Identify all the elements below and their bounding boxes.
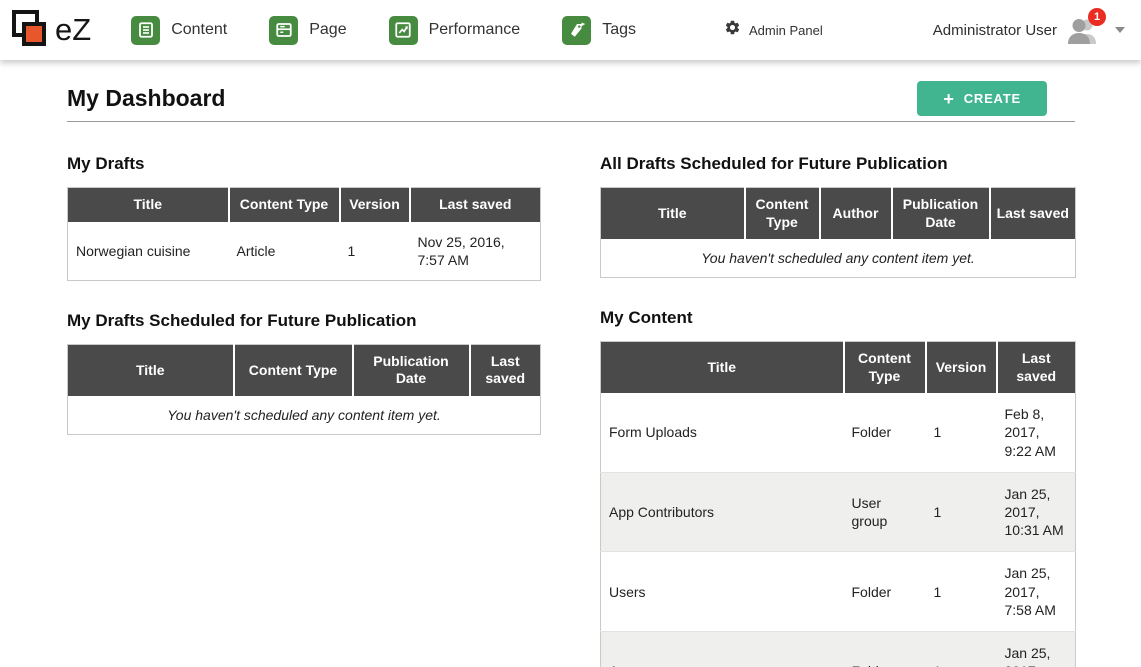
create-button[interactable]: + CREATE	[917, 81, 1047, 116]
column-header-content-type: Content Type	[229, 188, 340, 222]
column-header-content-type: Content Type	[844, 342, 926, 394]
cell-last-saved: Feb 8, 2017, 9:22 AM	[997, 393, 1076, 472]
nav-item-page[interactable]: Page	[269, 16, 346, 45]
cell-version: 1	[926, 472, 997, 552]
cell-title: Form Uploads	[601, 393, 844, 472]
content-icon	[131, 16, 160, 45]
empty-message: You haven't scheduled any content item y…	[601, 239, 1076, 278]
cell-content-type: User group	[844, 472, 926, 552]
plus-icon: +	[943, 93, 954, 105]
cell-last-saved: Nov 25, 2016, 7:57 AM	[410, 222, 541, 281]
create-button-label: CREATE	[964, 91, 1021, 106]
page-title: My Dashboard	[67, 85, 225, 112]
cell-version: 1	[926, 552, 997, 632]
column-header-publication-date: Publication Date	[892, 188, 990, 240]
cell-version: 1	[340, 222, 410, 281]
user-avatar-button[interactable]: 1	[1066, 16, 1100, 44]
cell-content-type: Folder	[844, 631, 926, 667]
column-header-title: Title	[68, 344, 234, 396]
ez-logo-icon	[10, 7, 48, 54]
nav-label-page: Page	[309, 21, 346, 39]
page-icon	[269, 16, 298, 45]
cell-last-saved: Jan 25, 2017, 7:58 AM	[997, 552, 1076, 632]
my-content-table: Title Content Type Version Last saved Fo…	[600, 341, 1076, 667]
gear-icon	[724, 19, 741, 41]
my-drafts-panel: My Drafts Title Content Type Version Las…	[67, 154, 540, 281]
column-header-publication-date: Publication Date	[353, 344, 470, 396]
admin-panel-label: Admin Panel	[749, 23, 823, 38]
ez-logo[interactable]: eZ	[10, 7, 91, 54]
my-drafts-heading: My Drafts	[67, 154, 540, 174]
cell-title: Users	[601, 552, 844, 632]
main-nav: Content Page Performance	[131, 16, 636, 45]
nav-label-tags: Tags	[602, 21, 636, 39]
my-drafts-scheduled-panel: My Drafts Scheduled for Future Publicati…	[67, 311, 540, 435]
column-header-content-type: Content Type	[234, 344, 353, 396]
table-row[interactable]: App Folder 1 Jan 25, 2017, 7:55 AM	[601, 631, 1076, 667]
performance-icon	[389, 16, 418, 45]
empty-message: You haven't scheduled any content item y…	[68, 396, 541, 435]
cell-version: 1	[926, 631, 997, 667]
tags-icon	[562, 16, 591, 45]
chevron-down-icon[interactable]	[1115, 27, 1125, 33]
my-content-heading: My Content	[600, 308, 1075, 328]
cell-content-type: Article	[229, 222, 340, 281]
cell-title: Norwegian cuisine	[68, 222, 229, 281]
nav-label-performance: Performance	[429, 21, 521, 39]
ez-logo-text: eZ	[55, 12, 91, 48]
column-header-version: Version	[926, 342, 997, 394]
empty-row: You haven't scheduled any content item y…	[601, 239, 1076, 278]
column-header-last-saved: Last saved	[410, 188, 541, 222]
column-header-title: Title	[68, 188, 229, 222]
all-drafts-scheduled-table: Title Content Type Author Publication Da…	[600, 187, 1076, 278]
nav-item-performance[interactable]: Performance	[389, 16, 521, 45]
cell-last-saved: Jan 25, 2017, 10:31 AM	[997, 472, 1076, 552]
all-drafts-scheduled-heading: All Drafts Scheduled for Future Publicat…	[600, 154, 1075, 174]
cell-content-type: Folder	[844, 393, 926, 472]
dashboard-page: My Dashboard + CREATE My Drafts Title Co…	[67, 81, 1075, 667]
table-header-row: Title Content Type Version Last saved	[68, 188, 541, 222]
empty-row: You haven't scheduled any content item y…	[68, 396, 541, 435]
nav-label-content: Content	[171, 21, 227, 39]
column-header-last-saved: Last saved	[470, 344, 541, 396]
table-header-row: Title Content Type Publication Date Last…	[68, 344, 541, 396]
column-header-last-saved: Last saved	[990, 188, 1076, 240]
column-header-version: Version	[340, 188, 410, 222]
admin-panel-button[interactable]: Admin Panel	[724, 19, 823, 41]
cell-last-saved: Jan 25, 2017, 7:55 AM	[997, 631, 1076, 667]
my-drafts-scheduled-heading: My Drafts Scheduled for Future Publicati…	[67, 311, 540, 331]
table-row[interactable]: Users Folder 1 Jan 25, 2017, 7:58 AM	[601, 552, 1076, 632]
cell-content-type: Folder	[844, 552, 926, 632]
user-name: Administrator User	[933, 22, 1057, 39]
column-header-last-saved: Last saved	[997, 342, 1076, 394]
top-bar: eZ Content Pag	[0, 0, 1141, 60]
table-row[interactable]: Form Uploads Folder 1 Feb 8, 2017, 9:22 …	[601, 393, 1076, 472]
table-row[interactable]: Norwegian cuisine Article 1 Nov 25, 2016…	[68, 222, 541, 281]
table-header-row: Title Content Type Version Last saved	[601, 342, 1076, 394]
cell-title: App	[601, 631, 844, 667]
column-header-title: Title	[601, 342, 844, 394]
user-menu: Administrator User 1	[933, 16, 1125, 44]
all-drafts-scheduled-panel: All Drafts Scheduled for Future Publicat…	[600, 154, 1075, 278]
column-header-title: Title	[601, 188, 745, 240]
cell-version: 1	[926, 393, 997, 472]
notification-badge: 1	[1088, 8, 1106, 26]
page-title-row: My Dashboard + CREATE	[67, 81, 1075, 122]
my-drafts-table: Title Content Type Version Last saved No…	[67, 187, 541, 281]
table-header-row: Title Content Type Author Publication Da…	[601, 188, 1076, 240]
my-drafts-scheduled-table: Title Content Type Publication Date Last…	[67, 344, 541, 435]
column-header-content-type: Content Type	[745, 188, 820, 240]
table-row[interactable]: App Contributors User group 1 Jan 25, 20…	[601, 472, 1076, 552]
cell-title: App Contributors	[601, 472, 844, 552]
nav-item-content[interactable]: Content	[131, 16, 227, 45]
my-content-panel: My Content Title Content Type Version La…	[600, 308, 1075, 667]
column-header-author: Author	[820, 188, 892, 240]
nav-item-tags[interactable]: Tags	[562, 16, 636, 45]
